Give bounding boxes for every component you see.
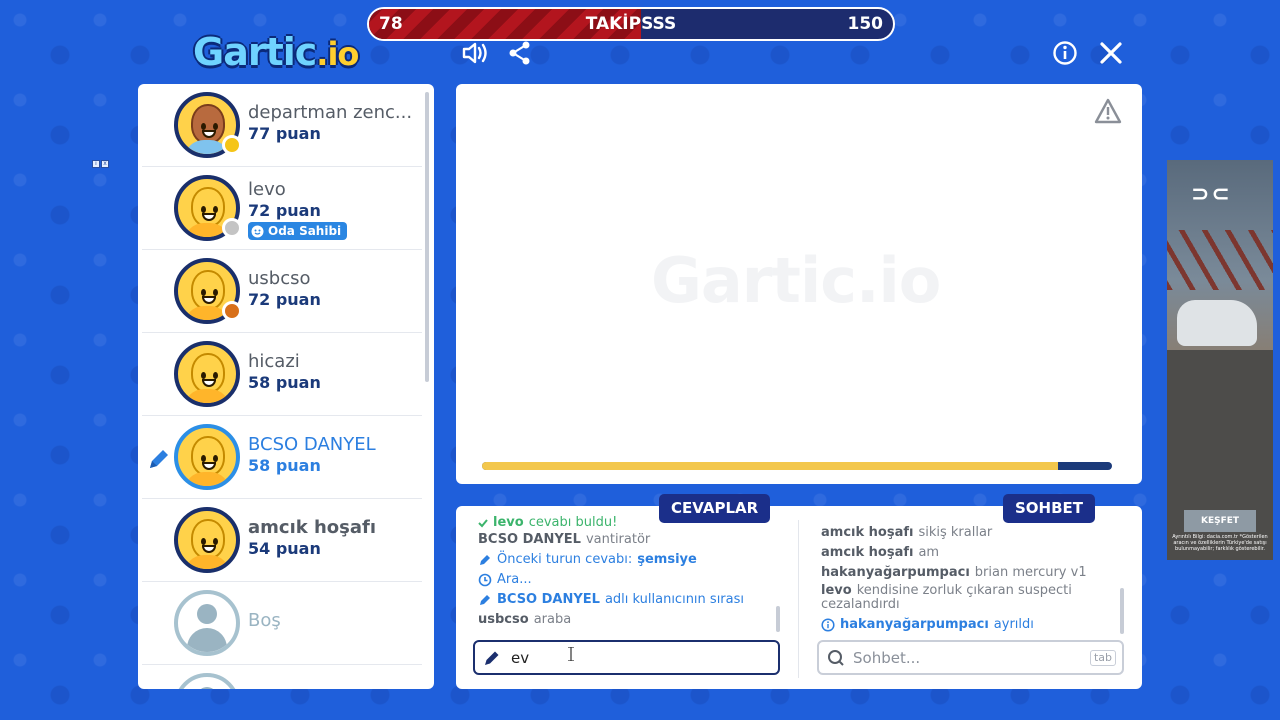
room-owner-badge: Oda Sahibi xyxy=(248,222,348,240)
answers-list: levo cevabı buldu! BCSO DANYEL vantiratör … xyxy=(478,516,778,630)
player-points: 54 puan xyxy=(248,539,321,558)
avatar xyxy=(174,424,240,490)
player-row-empty[interactable] xyxy=(142,665,422,689)
pencil-icon xyxy=(480,595,490,605)
panel-divider xyxy=(798,520,799,678)
check-icon xyxy=(478,519,488,528)
logo-suffix: .io xyxy=(316,35,359,73)
list-item: cezalandırdı xyxy=(821,597,900,612)
report-warning-icon[interactable] xyxy=(1094,98,1122,124)
player-points: 72 puan xyxy=(248,201,321,220)
ad-bridge xyxy=(1167,230,1273,290)
list-item: hakanyağarpumpacı brian mercury v1 xyxy=(821,565,1087,580)
player-points: 72 puan xyxy=(248,290,321,309)
avatar-empty xyxy=(174,590,240,656)
gartic-logo: Gartic.io xyxy=(193,30,383,74)
search-icon xyxy=(828,649,844,666)
ad-car xyxy=(1177,300,1257,346)
player-row-drawing[interactable]: BCSO DANYEL 58 puan xyxy=(142,416,422,499)
info-icon xyxy=(821,618,835,632)
ad-fine-print: Ayrıntılı Bilgi: dacia.com.tr *Gösterile… xyxy=(1172,534,1268,552)
sound-icon[interactable] xyxy=(460,38,490,68)
ad-cta-button[interactable]: KEŞFET xyxy=(1184,510,1256,532)
round-timer xyxy=(482,462,1112,470)
player-row[interactable]: levo 72 puan Oda Sahibi xyxy=(142,167,422,250)
list-item: levo cevabı buldu! xyxy=(478,516,778,530)
list-item: levo kendisine zorluk çıkaran suspecti xyxy=(821,583,1072,598)
list-item: usbcso araba xyxy=(478,612,572,627)
player-points: 77 puan xyxy=(248,124,321,143)
rank-dot xyxy=(222,301,242,321)
player-name: usbcso xyxy=(248,268,311,289)
share-icon[interactable] xyxy=(505,38,535,68)
player-row[interactable]: usbcso 72 puan xyxy=(142,250,422,333)
list-item: BCSO DANYEL adlı kullanıcının sırası xyxy=(478,590,778,610)
rank-dot xyxy=(222,218,242,238)
list-item: BCSO DANYEL vantiratör xyxy=(478,532,651,547)
avatar xyxy=(174,341,240,407)
avatar-empty xyxy=(174,673,240,689)
players-panel: departman zenc... 77 puan levo 72 puan Od… xyxy=(138,84,434,689)
players-scrollbar[interactable] xyxy=(425,92,429,382)
tab-key-hint: tab xyxy=(1089,650,1116,666)
player-points: 58 puan xyxy=(248,373,321,392)
chat-input[interactable] xyxy=(853,648,1053,667)
player-name: departman zenc... xyxy=(248,102,413,123)
list-item: amcık hoşafı am xyxy=(821,545,940,560)
dacia-logo-icon: ⊃⊂ xyxy=(1191,182,1232,207)
list-item: amcık hoşafı sikiş krallar xyxy=(821,525,993,540)
answers-scrollbar[interactable] xyxy=(776,606,780,632)
pencil-icon xyxy=(480,555,490,565)
player-name: BCSO DANYEL xyxy=(248,434,376,455)
player-points: 58 puan xyxy=(248,456,321,475)
clock-icon xyxy=(478,573,492,587)
drawing-canvas[interactable]: Gartic.io xyxy=(456,84,1142,484)
player-name: amcık hoşafı xyxy=(248,517,377,538)
player-name: hicazi xyxy=(248,351,300,372)
pencil-icon xyxy=(150,450,168,468)
answer-input[interactable] xyxy=(511,648,711,667)
chat-title: SOHBET xyxy=(1003,494,1096,523)
ad-banner[interactable]: ⊃⊂ KEŞFET Ayrıntılı Bilgi: dacia.com.tr … xyxy=(1167,160,1273,560)
badge-label: Oda Sahibi xyxy=(268,224,342,238)
ad-close-icon: x xyxy=(101,160,109,168)
player-row[interactable]: hicazi 58 puan xyxy=(142,333,422,416)
ad-choices[interactable]: ix xyxy=(92,160,109,168)
pencil-icon xyxy=(485,651,499,665)
player-row-empty[interactable]: Boş xyxy=(142,582,422,665)
answer-input-box[interactable] xyxy=(473,640,780,675)
player-name: levo xyxy=(248,179,286,200)
score-bar-title: TAKİPSSS xyxy=(585,14,677,34)
score-bar: TAKİPSSS 78 150 xyxy=(367,7,895,41)
ad-info-icon: i xyxy=(92,160,100,168)
text-cursor-icon xyxy=(568,647,574,661)
logo-main: Gartic xyxy=(193,30,317,74)
rank-dot xyxy=(222,135,242,155)
list-item: hakanyağarpumpacı ayrıldı xyxy=(821,615,1121,635)
player-name: Boş xyxy=(248,610,281,631)
score-right: 150 xyxy=(847,14,884,34)
canvas-watermark: Gartic.io xyxy=(651,244,941,317)
chat-list: amcık hoşafı sikiş krallar amcık hoşafı am… xyxy=(821,523,1121,635)
info-icon[interactable] xyxy=(1050,38,1080,68)
list-item: Ara... xyxy=(478,570,778,590)
chat-scrollbar[interactable] xyxy=(1120,588,1124,634)
player-row[interactable]: departman zenc... 77 puan xyxy=(142,84,422,167)
chat-input-box[interactable]: tab xyxy=(817,640,1124,675)
avatar xyxy=(174,507,240,573)
player-row[interactable]: amcık hoşafı 54 puan xyxy=(142,499,422,582)
list-item: Önceki turun cevabı: şemsiye xyxy=(478,550,778,570)
close-icon[interactable] xyxy=(1096,38,1126,68)
crown-icon xyxy=(251,225,264,237)
timer-fill xyxy=(482,462,1059,470)
